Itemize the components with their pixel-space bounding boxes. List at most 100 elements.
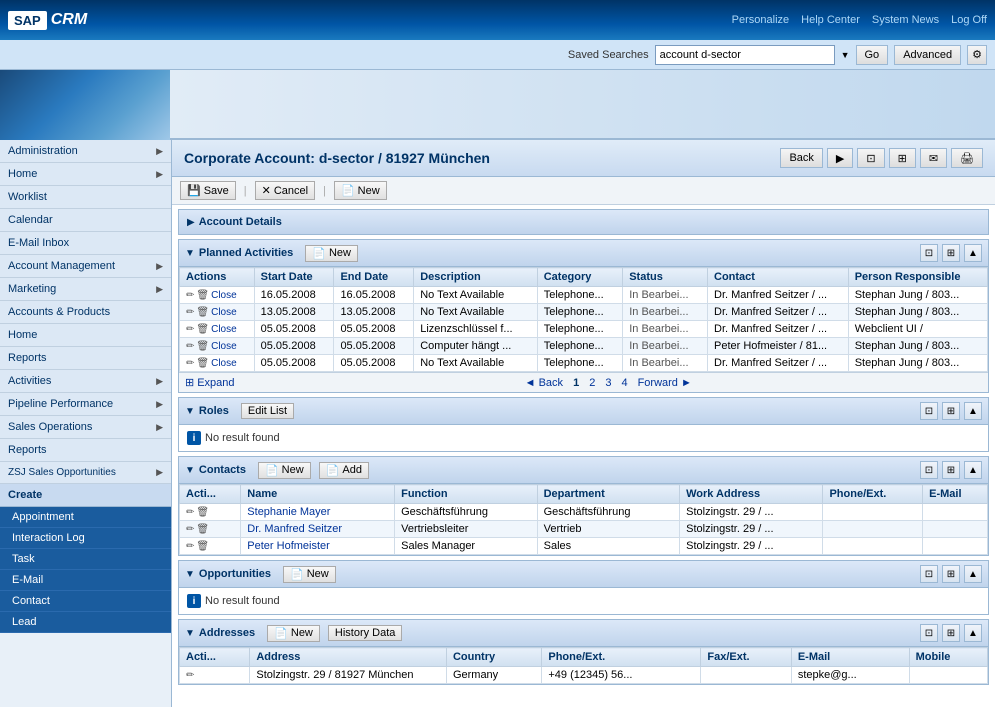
sidebar-item-reports2[interactable]: Reports — [0, 439, 171, 462]
edit-icon[interactable]: ✏ — [186, 358, 194, 369]
sidebar-item-home[interactable]: Home ▶ — [0, 163, 171, 186]
page-3[interactable]: 3 — [602, 377, 614, 389]
row-actions[interactable]: ✏ 🗑 — [180, 504, 241, 521]
row-actions[interactable]: ✏ 🗑 Close — [180, 355, 255, 372]
sidebar-item-zsj[interactable]: ZSJ Sales Opportunities ▶ — [0, 462, 171, 484]
edit-icon[interactable]: ✏ — [186, 290, 194, 301]
back-page-link[interactable]: ◄ Back — [522, 377, 566, 389]
row-actions[interactable]: ✏ 🗑 Close — [180, 287, 255, 304]
sidebar-item-accounts-products[interactable]: Accounts & Products — [0, 301, 171, 324]
edit-icon[interactable]: ✏ — [186, 524, 194, 535]
sidebar-item-account-management[interactable]: Account Management ▶ — [0, 255, 171, 278]
sidebar-item-worklist[interactable]: Worklist — [0, 186, 171, 209]
delete-icon[interactable]: 🗑 — [196, 324, 209, 335]
row-actions[interactable]: ✏ — [180, 667, 250, 684]
delete-icon[interactable]: 🗑 — [196, 507, 209, 518]
create-interaction-log[interactable]: Interaction Log — [0, 528, 171, 549]
roles-icon-btn1[interactable]: ⊡ — [920, 402, 938, 420]
sidebar-item-sales-operations[interactable]: Sales Operations ▶ — [0, 416, 171, 439]
edit-icon[interactable]: ✏ — [186, 541, 194, 552]
dropdown-arrow-icon[interactable]: ▼ — [841, 50, 850, 60]
edit-icon[interactable]: ✏ — [186, 507, 194, 518]
create-task[interactable]: Task — [0, 549, 171, 570]
expand-button[interactable]: ⊞ Expand — [185, 376, 235, 389]
create-appointment[interactable]: Appointment — [0, 507, 171, 528]
close-link[interactable]: Close — [211, 307, 237, 318]
planned-activities-new-button[interactable]: 📄 New — [305, 245, 358, 262]
opportunities-new-button[interactable]: 📄 New — [283, 566, 336, 583]
delete-icon[interactable]: 🗑 — [196, 341, 209, 352]
create-lead[interactable]: Lead — [0, 612, 171, 633]
sidebar-item-email-inbox[interactable]: E-Mail Inbox — [0, 232, 171, 255]
name-cell[interactable]: Dr. Manfred Seitzer — [241, 521, 395, 538]
delete-icon[interactable]: 🗑 — [196, 358, 209, 369]
edit-icon[interactable]: ✏ — [186, 307, 194, 318]
addresses-new-button[interactable]: 📄 New — [267, 625, 320, 642]
section-icon-btn1[interactable]: ⊡ — [920, 244, 938, 262]
close-link[interactable]: Close — [211, 324, 237, 335]
forward-page-link[interactable]: Forward ► — [635, 377, 695, 389]
sidebar-item-home2[interactable]: Home — [0, 324, 171, 347]
name-cell[interactable]: Peter Hofmeister — [241, 538, 395, 555]
row-actions[interactable]: ✏ 🗑 Close — [180, 338, 255, 355]
section-icon-btn2[interactable]: ⊞ — [942, 244, 960, 262]
delete-icon[interactable]: 🗑 — [196, 524, 209, 535]
close-link[interactable]: Close — [211, 290, 237, 301]
delete-icon[interactable]: 🗑 — [196, 307, 209, 318]
sidebar-item-reports[interactable]: Reports — [0, 347, 171, 370]
row-actions[interactable]: ✏ 🗑 Close — [180, 304, 255, 321]
opp-icon-btn3[interactable]: ▲ — [964, 565, 982, 583]
create-contact[interactable]: Contact — [0, 591, 171, 612]
close-link[interactable]: Close — [211, 341, 237, 352]
delete-icon[interactable]: 🗑 — [196, 290, 209, 301]
roles-header[interactable]: ▼ Roles Edit List ⊡ ⊞ ▲ — [179, 398, 988, 425]
page-icon-btn1[interactable]: ⊡ — [857, 148, 884, 168]
addr-icon-btn2[interactable]: ⊞ — [942, 624, 960, 642]
sidebar-item-administration[interactable]: Administration ▶ — [0, 140, 171, 163]
save-button[interactable]: 💾 Save — [180, 181, 236, 200]
log-off-link[interactable]: Log Off — [951, 14, 987, 26]
close-link[interactable]: Close — [211, 358, 237, 369]
row-actions[interactable]: ✏ 🗑 — [180, 538, 241, 555]
edit-icon[interactable]: ✏ — [186, 670, 194, 681]
personalize-link[interactable]: Personalize — [732, 14, 789, 26]
create-email[interactable]: E-Mail — [0, 570, 171, 591]
settings-button[interactable]: ⚙ — [967, 45, 987, 65]
cancel-button[interactable]: ✕ Cancel — [255, 181, 315, 200]
sidebar-item-calendar[interactable]: Calendar — [0, 209, 171, 232]
contacts-icon-btn1[interactable]: ⊡ — [920, 461, 938, 479]
page-1[interactable]: 1 — [570, 377, 582, 389]
advanced-button[interactable]: Advanced — [894, 45, 961, 65]
forward-button[interactable]: ▶ — [827, 148, 853, 168]
planned-activities-header[interactable]: ▼ Planned Activities 📄 New ⊡ ⊞ ▲ — [179, 240, 988, 267]
account-details-header[interactable]: ▶ Account Details — [179, 210, 988, 234]
go-button[interactable]: Go — [856, 45, 889, 65]
edit-icon[interactable]: ✏ — [186, 341, 194, 352]
help-center-link[interactable]: Help Center — [801, 14, 860, 26]
system-news-link[interactable]: System News — [872, 14, 939, 26]
sidebar-item-pipeline-performance[interactable]: Pipeline Performance ▶ — [0, 393, 171, 416]
new-button[interactable]: 📄 New — [334, 181, 387, 200]
page-4[interactable]: 4 — [618, 377, 630, 389]
search-input[interactable] — [655, 45, 835, 65]
row-actions[interactable]: ✏ 🗑 Close — [180, 321, 255, 338]
row-actions[interactable]: ✏ 🗑 — [180, 521, 241, 538]
name-cell[interactable]: Stephanie Mayer — [241, 504, 395, 521]
section-icon-btn3[interactable]: ▲ — [964, 244, 982, 262]
contacts-add-button[interactable]: 📄 Add — [319, 462, 369, 479]
back-button[interactable]: Back — [780, 148, 822, 168]
roles-icon-btn2[interactable]: ⊞ — [942, 402, 960, 420]
opp-icon-btn2[interactable]: ⊞ — [942, 565, 960, 583]
contacts-new-button[interactable]: 📄 New — [258, 462, 311, 479]
opportunities-header[interactable]: ▼ Opportunities 📄 New ⊡ ⊞ ▲ — [179, 561, 988, 588]
roles-icon-btn3[interactable]: ▲ — [964, 402, 982, 420]
sidebar-item-marketing[interactable]: Marketing ▶ — [0, 278, 171, 301]
addresses-header[interactable]: ▼ Addresses 📄 New History Data ⊡ ⊞ ▲ — [179, 620, 988, 647]
addr-icon-btn1[interactable]: ⊡ — [920, 624, 938, 642]
addr-icon-btn3[interactable]: ▲ — [964, 624, 982, 642]
contacts-icon-btn3[interactable]: ▲ — [964, 461, 982, 479]
delete-icon[interactable]: 🗑 — [196, 541, 209, 552]
opp-icon-btn1[interactable]: ⊡ — [920, 565, 938, 583]
edit-icon[interactable]: ✏ — [186, 324, 194, 335]
page-icon-btn2[interactable]: ⊞ — [889, 148, 916, 168]
